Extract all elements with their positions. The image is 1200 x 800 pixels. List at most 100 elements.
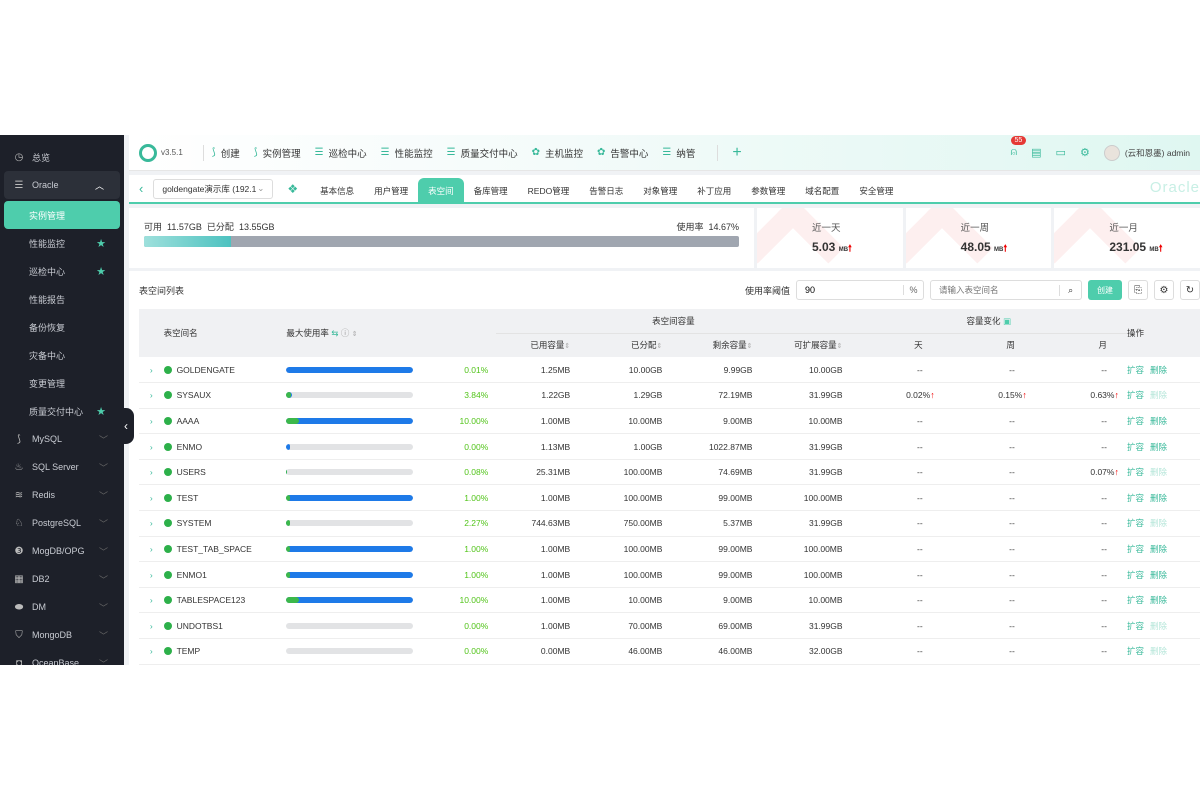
nav-item-0[interactable]: ⟆ 创建 (212, 146, 240, 160)
alarm-bell-icon[interactable]: ⍝ 55 (1010, 136, 1027, 159)
delete-button[interactable]: 删除 (1150, 570, 1167, 580)
sidebar-item-oracle-7[interactable]: 质量交付中心 ★ (0, 397, 124, 425)
create-button[interactable]: 创建 (1088, 280, 1122, 300)
tab-6[interactable]: 对象管理 (633, 178, 687, 203)
star-icon[interactable]: ★ (96, 265, 106, 278)
delete-button[interactable]: 删除 (1150, 467, 1167, 477)
tab-10[interactable]: 安全管理 (849, 178, 903, 203)
user-menu[interactable]: (云和恩墨) admin (1103, 144, 1190, 161)
delete-button[interactable]: 删除 (1150, 544, 1167, 554)
expand-button[interactable]: 扩容 (1127, 467, 1144, 477)
export-icon[interactable]: ⎘ (1128, 280, 1148, 300)
delete-button[interactable]: 删除 (1150, 646, 1167, 656)
sidebar-item-oracle-0[interactable]: 实例管理 (4, 201, 120, 229)
sort-icon[interactable]: ⇕ (747, 343, 753, 350)
sidebar-group-0[interactable]: ⟆ MySQL ﹀ (0, 425, 124, 453)
tab-7[interactable]: 补丁应用 (687, 178, 741, 203)
expand-row-icon[interactable]: › (139, 433, 164, 460)
expand-row-icon[interactable]: › (139, 408, 164, 435)
expand-button[interactable]: 扩容 (1127, 570, 1144, 580)
tab-8[interactable]: 参数管理 (741, 178, 795, 203)
nav-item-4[interactable]: ☰ 质量交付中心 (447, 146, 518, 160)
tab-0[interactable]: 基本信息 (310, 178, 364, 203)
delete-button[interactable]: 删除 (1150, 518, 1167, 528)
sidebar-group-7[interactable]: ⛉ MongoDB ﹀ (0, 621, 124, 649)
collapse-sidebar-handle[interactable]: ‹ (118, 408, 134, 444)
expand-button[interactable]: 扩容 (1127, 493, 1144, 503)
sidebar-item-oracle-6[interactable]: 变更管理 (0, 369, 124, 397)
expand-row-icon[interactable]: › (139, 638, 164, 665)
chart-icon[interactable]: ▣ (1003, 316, 1011, 326)
expand-row-icon[interactable]: › (139, 587, 164, 614)
sidebar-group-1[interactable]: ♨ SQL Server ﹀ (0, 453, 124, 481)
diamond-icon[interactable]: ❖ (287, 182, 298, 196)
expand-row-icon[interactable]: › (139, 612, 164, 640)
search-icon[interactable]: ⌕ (1059, 284, 1081, 296)
sort-icon[interactable]: ⇕ (564, 343, 570, 350)
delete-button[interactable]: 删除 (1150, 390, 1167, 400)
expand-button[interactable]: 扩容 (1127, 621, 1144, 631)
expand-button[interactable]: 扩容 (1127, 646, 1144, 656)
gear-icon[interactable]: ⚙ (1080, 146, 1090, 159)
sort-icon[interactable]: ⇕ (837, 343, 843, 350)
sidebar-group-5[interactable]: ▦ DB2 ﹀ (0, 565, 124, 593)
nav-item-2[interactable]: ☰ 巡检中心 (315, 146, 367, 160)
sidebar-item-oracle-1[interactable]: 性能监控 ★ (0, 229, 124, 257)
switch-icon[interactable]: ⇆ (331, 328, 338, 338)
expand-row-icon[interactable]: › (139, 382, 164, 409)
tab-3[interactable]: 备库管理 (464, 178, 518, 203)
search-input[interactable] (931, 285, 1060, 295)
instance-select[interactable]: goldengate演示库 (192.1 ⌄ (153, 178, 274, 199)
nav-item-3[interactable]: ☰ 性能监控 (381, 146, 433, 160)
expand-row-icon[interactable]: › (139, 561, 164, 588)
sidebar-item-oracle-3[interactable]: 性能报告 (0, 285, 124, 313)
nav-item-1[interactable]: ⟆ 实例管理 (254, 146, 301, 160)
gear-icon[interactable]: ⚙ (1154, 280, 1174, 300)
clipboard-icon[interactable]: ▤ (1031, 146, 1041, 159)
monitor-icon[interactable]: ▭ (1056, 146, 1066, 159)
sort-icon[interactable]: ⇕ (656, 343, 662, 350)
delete-button[interactable]: 删除 (1150, 621, 1167, 631)
sidebar-group-2[interactable]: ≋ Redis ﹀ (0, 481, 124, 509)
add-tab-button[interactable]: + (732, 144, 741, 162)
nav-item-7[interactable]: ☰ 纳管 (662, 146, 695, 160)
expand-button[interactable]: 扩容 (1127, 544, 1144, 554)
sidebar-item-oracle-4[interactable]: 备份恢复 (0, 313, 124, 341)
expand-button[interactable]: 扩容 (1127, 365, 1144, 375)
expand-row-icon[interactable]: › (139, 357, 164, 384)
delete-button[interactable]: 删除 (1150, 442, 1167, 452)
expand-button[interactable]: 扩容 (1127, 416, 1144, 426)
expand-row-icon[interactable]: › (139, 484, 164, 512)
tab-5[interactable]: 告警日志 (579, 178, 633, 203)
nav-item-5[interactable]: ✿ 主机监控 (532, 146, 583, 160)
delete-button[interactable]: 删除 (1150, 493, 1167, 503)
sidebar-group-3[interactable]: ♘ PostgreSQL ﹀ (0, 509, 124, 537)
expand-button[interactable]: 扩容 (1127, 595, 1144, 605)
star-icon[interactable]: ★ (96, 405, 106, 418)
sidebar-group-oracle[interactable]: ☰ Oracle ︿ (4, 171, 120, 199)
sidebar-group-6[interactable]: ⬬ DM ﹀ (0, 593, 124, 621)
delete-button[interactable]: 删除 (1150, 365, 1167, 375)
sidebar-item-overview[interactable]: ◷ 总览 (0, 143, 124, 171)
sidebar-group-4[interactable]: ❸ MogDB/OPG ﹀ (0, 537, 124, 565)
delete-button[interactable]: 删除 (1150, 595, 1167, 605)
expand-button[interactable]: 扩容 (1127, 390, 1144, 400)
star-icon[interactable]: ★ (96, 237, 106, 250)
tab-9[interactable]: 域名配置 (795, 178, 849, 203)
expand-row-icon[interactable]: › (139, 510, 164, 537)
sort-icon[interactable]: ⇕ (352, 331, 358, 338)
sidebar-item-oracle-5[interactable]: 灾备中心 (0, 341, 124, 369)
tab-2[interactable]: 表空间 (418, 178, 464, 203)
nav-item-6[interactable]: ✿ 告警中心 (597, 146, 648, 160)
refresh-icon[interactable]: ↻ (1180, 280, 1200, 300)
expand-row-icon[interactable]: › (139, 459, 164, 486)
sidebar-group-8[interactable]: ◘ OceanBase ﹀ (0, 649, 124, 666)
expand-row-icon[interactable]: › (139, 536, 164, 563)
delete-button[interactable]: 删除 (1150, 416, 1167, 426)
tab-1[interactable]: 用户管理 (364, 178, 418, 203)
threshold-input[interactable] (797, 285, 903, 295)
tab-4[interactable]: REDO管理 (518, 178, 580, 203)
expand-button[interactable]: 扩容 (1127, 518, 1144, 528)
expand-button[interactable]: 扩容 (1127, 442, 1144, 452)
back-arrow-icon[interactable]: ‹ (139, 181, 143, 196)
